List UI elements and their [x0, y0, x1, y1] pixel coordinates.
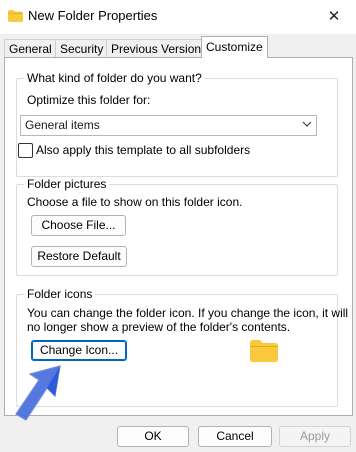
close-icon: ✕	[327, 8, 341, 25]
ok-button[interactable]: OK	[117, 426, 189, 447]
tab-previous-versions[interactable]: Previous Versions	[106, 39, 213, 58]
folder-icons-legend: Folder icons	[27, 287, 93, 301]
apply-subfolders-label: Also apply this template to all subfolde…	[36, 143, 251, 157]
title-bar: New Folder Properties ✕	[0, 0, 356, 34]
tab-general[interactable]: General	[4, 39, 57, 58]
folder-icon	[8, 10, 23, 22]
folder-pictures-legend: Folder pictures	[27, 177, 107, 191]
optimize-label: Optimize this folder for:	[27, 93, 151, 107]
chevron-down-icon	[302, 121, 312, 127]
folder-icon	[250, 340, 278, 362]
tab-customize[interactable]: Customize	[201, 36, 268, 58]
arrow-icon	[15, 365, 61, 421]
close-button[interactable]: ✕	[312, 0, 356, 32]
folder-icons-description-line1: You can change the folder icon. If you c…	[27, 306, 349, 320]
apply-subfolders-checkbox[interactable]	[18, 143, 33, 158]
folder-type-legend: What kind of folder do you want?	[27, 71, 202, 85]
optimize-dropdown[interactable]: General items	[20, 115, 317, 136]
tab-security[interactable]: Security	[55, 39, 109, 58]
change-icon-button[interactable]: Change Icon...	[31, 340, 127, 361]
choose-file-button[interactable]: Choose File...	[31, 215, 126, 236]
folder-icons-description-line2: no longer show a preview of the folder's…	[27, 320, 291, 334]
optimize-selected-value: General items	[25, 118, 100, 132]
restore-default-button[interactable]: Restore Default	[31, 246, 127, 267]
window-title: New Folder Properties	[28, 8, 158, 23]
cancel-button[interactable]: Cancel	[198, 426, 272, 447]
tab-strip: General Security Previous Versions Custo…	[0, 34, 356, 58]
apply-button[interactable]: Apply	[279, 426, 351, 447]
folder-pictures-description: Choose a file to show on this folder ico…	[27, 195, 243, 209]
